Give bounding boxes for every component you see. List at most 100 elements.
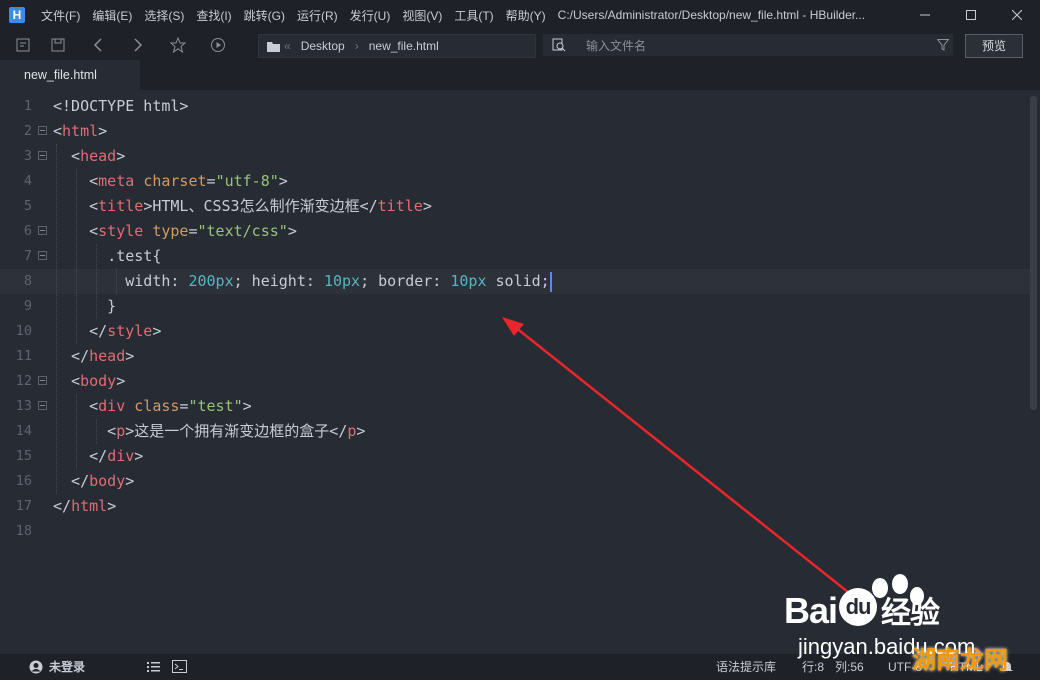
- fold-toggle-icon[interactable]: [38, 251, 47, 260]
- menu-goto[interactable]: 跳转(G): [238, 7, 291, 24]
- text-cursor: [549, 271, 552, 292]
- search-placeholder: 输入文件名: [586, 38, 647, 53]
- code-line: 6 <style type="text/css">: [0, 219, 1030, 244]
- menu-select[interactable]: 选择(S): [138, 7, 190, 24]
- code-line: 13 <div class="test">: [0, 394, 1030, 419]
- fold-toggle-icon[interactable]: [38, 226, 47, 235]
- code-line: 5 <title>HTML、CSS3怎么制作渐变边框</title>: [0, 194, 1030, 219]
- code-text: </style>: [53, 322, 162, 340]
- run-icon[interactable]: [203, 30, 233, 60]
- code-line: 3 <head>: [0, 144, 1030, 169]
- maximize-button[interactable]: [948, 0, 994, 30]
- bell-icon: [1001, 662, 1013, 671]
- preview-button[interactable]: 预览: [965, 34, 1023, 58]
- fold-toggle-icon[interactable]: [38, 376, 47, 385]
- code-line: 18: [0, 519, 1030, 544]
- code-text: </div>: [53, 447, 144, 465]
- syntax-library-button[interactable]: 语法提示库: [716, 654, 776, 680]
- breadcrumb[interactable]: « Desktop › new_file.html: [258, 34, 536, 58]
- search-file-icon: [552, 38, 566, 52]
- breadcrumb-separator-icon: «: [284, 39, 291, 53]
- star-icon[interactable]: [163, 30, 193, 60]
- new-file-icon[interactable]: [8, 30, 38, 60]
- fold-toggle-icon[interactable]: [38, 126, 47, 135]
- line-number: 1: [23, 98, 32, 114]
- code-text: <head>: [53, 147, 126, 165]
- file-search-input[interactable]: 输入文件名: [543, 34, 953, 56]
- menu-find[interactable]: 查找(I): [190, 7, 237, 24]
- indent-guide: [76, 394, 77, 469]
- code-line: 2 <html>: [0, 119, 1030, 144]
- line-number: 3: [23, 148, 32, 164]
- line-number: 4: [23, 173, 32, 189]
- line-number: 14: [15, 423, 32, 439]
- title-bar: H 文件(F) 编辑(E) 选择(S) 查找(I) 跳转(G) 运行(R) 发行…: [0, 0, 1040, 30]
- line-number: 8: [23, 273, 32, 289]
- code-editor[interactable]: 1 <!DOCTYPE html> 2 <html> 3 <head> 4 <m…: [0, 90, 1040, 654]
- line-number: 15: [15, 448, 32, 464]
- code-line: 16 </body>: [0, 469, 1030, 494]
- tab-new-file[interactable]: new_file.html: [0, 60, 140, 90]
- current-code-line: 8 width: 200px; height: 10px; border: 10…: [0, 269, 1030, 294]
- code-line: 10 </style>: [0, 319, 1030, 344]
- menu-view[interactable]: 视图(V): [396, 7, 448, 24]
- line-number: 11: [15, 348, 32, 364]
- breadcrumb-chevron-icon: ›: [354, 39, 359, 53]
- line-number: 17: [15, 498, 32, 514]
- folder-icon: [267, 41, 280, 52]
- line-number: 2: [23, 123, 32, 139]
- line-number: 12: [15, 373, 32, 389]
- tab-bar: new_file.html: [0, 60, 1040, 90]
- vertical-scrollbar[interactable]: [1030, 96, 1037, 410]
- code-text: <p>这是一个拥有渐变边框的盒子</p>: [53, 422, 366, 440]
- code-line: 4 <meta charset="utf-8">: [0, 169, 1030, 194]
- terminal-icon: [172, 660, 187, 673]
- menu-publish[interactable]: 发行(U): [344, 7, 397, 24]
- code-text: </head>: [53, 347, 135, 365]
- window-title: C:/Users/Administrator/Desktop/new_file.…: [557, 8, 866, 22]
- user-icon: [29, 660, 43, 674]
- code-text: width: 200px; height: 10px; border: 10px…: [53, 271, 552, 292]
- menu-edit[interactable]: 编辑(E): [86, 7, 138, 24]
- forward-icon[interactable]: [123, 30, 153, 60]
- save-icon[interactable]: [43, 30, 73, 60]
- menu-tools[interactable]: 工具(T): [448, 7, 499, 24]
- indent-guide: [116, 269, 117, 294]
- line-number: 16: [15, 473, 32, 489]
- code-text: .test{: [107, 247, 162, 265]
- language-mode[interactable]: HTML: [950, 654, 983, 680]
- minimize-button[interactable]: [902, 0, 948, 30]
- code-line: 15 </div>: [0, 444, 1030, 469]
- back-icon[interactable]: [83, 30, 113, 60]
- code-text: <style type="text/css">: [53, 222, 297, 240]
- fold-toggle-icon[interactable]: [38, 151, 47, 160]
- code-line: 12 <body>: [0, 369, 1030, 394]
- code-line: 14 <p>这是一个拥有渐变边框的盒子</p>: [0, 419, 1030, 444]
- code-text: <body>: [53, 372, 126, 390]
- code-line: 17 </html>: [0, 494, 1030, 519]
- cursor-line[interactable]: 行:8: [802, 654, 824, 680]
- line-number: 13: [15, 398, 32, 414]
- line-number: 9: [23, 298, 32, 314]
- breadcrumb-root[interactable]: Desktop: [301, 39, 345, 53]
- encoding-indicator[interactable]: UTF-8: [888, 654, 922, 680]
- code-text: </body>: [53, 472, 135, 490]
- line-number: 10: [15, 323, 32, 339]
- code-text: <title>HTML、CSS3怎么制作渐变边框</title>: [53, 197, 432, 215]
- close-button[interactable]: [994, 0, 1040, 30]
- code-text: <div class="test">: [53, 397, 252, 415]
- code-text: <meta charset="utf-8">: [53, 172, 288, 190]
- menu-help[interactable]: 帮助(Y): [500, 7, 552, 24]
- menu-file[interactable]: 文件(F): [35, 7, 86, 24]
- menu-run[interactable]: 运行(R): [291, 7, 344, 24]
- indent-guide: [96, 244, 97, 319]
- code-line: 9 }: [0, 294, 1030, 319]
- code-line: 1 <!DOCTYPE html>: [0, 94, 1030, 119]
- login-status[interactable]: 未登录: [49, 654, 85, 680]
- line-number: 6: [23, 223, 32, 239]
- fold-toggle-icon[interactable]: [38, 401, 47, 410]
- breadcrumb-file[interactable]: new_file.html: [369, 39, 439, 53]
- cursor-column[interactable]: 列:56: [835, 654, 864, 680]
- indent-guide: [96, 419, 97, 444]
- line-number: 7: [23, 248, 32, 264]
